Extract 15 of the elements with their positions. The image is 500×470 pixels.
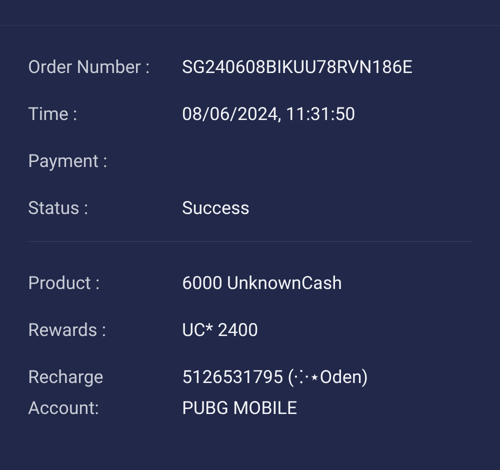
field-value: 08/06/2024, 11:31:50	[182, 103, 356, 127]
field-label: Recharge	[28, 366, 104, 390]
field-value: Success	[182, 197, 250, 221]
field-label: Time :	[28, 103, 78, 127]
field-label: Payment :	[28, 150, 108, 174]
field-value: SG240608BIKUU78RVN186E	[182, 56, 412, 80]
field-label: Order Number :	[28, 56, 151, 80]
field-value: PUBG MOBILE	[182, 397, 298, 421]
field-label: Rewards :	[28, 319, 108, 343]
field-label: Status :	[28, 197, 90, 221]
field-value: UC* 2400	[182, 319, 258, 343]
field-value: 5126531795 (⁘⋆Oden)	[182, 366, 368, 390]
field-label: Product :	[28, 272, 101, 296]
field-label: Account:	[28, 397, 100, 421]
field-value: 6000 UnknownCash	[182, 272, 342, 296]
